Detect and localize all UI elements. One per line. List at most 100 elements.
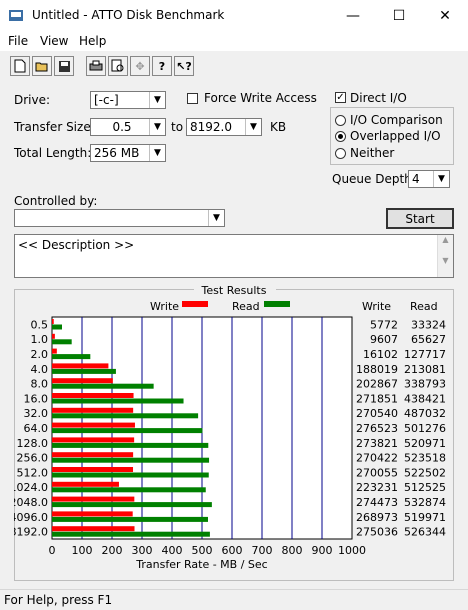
results-chart: Test Results Write Read Write Read 0 100 200 300…: [14, 283, 446, 571]
value-write: 274473: [356, 496, 398, 509]
value-write: 223231: [356, 481, 398, 494]
print-preview-icon[interactable]: [108, 56, 128, 76]
neither-label: Neither: [350, 146, 395, 160]
toolbar: ✥ ? ↖?: [0, 53, 468, 81]
bar-write: [52, 333, 55, 339]
total-length-select[interactable]: 256 MB ▼: [90, 144, 166, 162]
value-read: 532874: [404, 496, 446, 509]
y-tick-label: 8192.0: [14, 526, 48, 539]
help-icon[interactable]: ?: [152, 56, 172, 76]
value-read: 487032: [404, 407, 446, 420]
results-title: Test Results: [201, 284, 267, 297]
bar-write: [52, 422, 135, 428]
x-tick-label: 0: [49, 544, 56, 557]
overlapped-io-label: Overlapped I/O: [350, 129, 441, 143]
y-tick-label: 32.0: [24, 407, 49, 420]
start-button[interactable]: Start: [386, 208, 454, 229]
x-tick-label: 100: [72, 544, 93, 557]
bar-read: [52, 531, 210, 537]
total-length-label: Total Length:: [14, 146, 92, 160]
overlapped-io-radio[interactable]: [335, 131, 346, 142]
transfer-to-select[interactable]: 8192.0 ▼: [186, 118, 262, 136]
menu-bar: File View Help: [0, 31, 468, 51]
description-scrollbar[interactable]: ▲ ▼: [437, 235, 453, 277]
force-write-checkbox[interactable]: [187, 93, 198, 104]
bar-read: [52, 472, 209, 478]
controlled-by-select[interactable]: ▼: [14, 209, 225, 227]
y-tick-label: 1024.0: [14, 481, 48, 494]
y-tick-label: 256.0: [17, 452, 49, 465]
value-write: 5772: [370, 318, 398, 331]
maximize-button[interactable]: ☐: [376, 0, 422, 31]
total-length-value: 256 MB: [94, 146, 140, 160]
bar-write: [52, 407, 134, 413]
value-read: 523518: [404, 452, 446, 465]
value-read: 519971: [404, 511, 446, 524]
drive-select[interactable]: [-c-] ▼: [90, 91, 166, 109]
menu-view[interactable]: View: [40, 34, 68, 48]
context-help-icon[interactable]: ↖?: [174, 56, 194, 76]
description-box[interactable]: << Description >> ▲ ▼: [14, 234, 454, 278]
chevron-down-icon: ▼: [149, 92, 165, 108]
io-comparison-radio[interactable]: [335, 115, 346, 126]
value-read: 338793: [404, 378, 446, 391]
value-read: 438421: [404, 392, 446, 405]
neither-radio[interactable]: [335, 148, 346, 159]
y-tick-label: 1.0: [31, 333, 49, 346]
x-tick-label: 1000: [338, 544, 366, 557]
value-read: 512525: [404, 481, 446, 494]
transfer-from-select[interactable]: 0.5 ▼: [90, 118, 166, 136]
bar-write: [52, 467, 134, 472]
queue-depth-select[interactable]: 4 ▼: [408, 170, 450, 188]
bar-write: [52, 378, 113, 384]
new-document-icon[interactable]: [10, 56, 30, 76]
y-tick-label: 16.0: [24, 392, 49, 405]
bar-write: [52, 481, 119, 487]
close-button[interactable]: ✕: [422, 0, 468, 31]
menu-file[interactable]: File: [8, 34, 28, 48]
direct-io-checkbox[interactable]: ✓: [335, 92, 346, 103]
transfer-size-label: Transfer Size:: [14, 120, 95, 134]
value-write: 270055: [356, 466, 398, 479]
bar-read: [52, 442, 209, 448]
move-icon[interactable]: ✥: [130, 56, 150, 76]
transfer-from-value: 0.5: [112, 120, 132, 134]
transfer-to-value: 8192.0: [190, 120, 232, 134]
print-icon[interactable]: [86, 56, 106, 76]
y-tick-label: 8.0: [31, 378, 49, 391]
bar-write: [52, 526, 135, 532]
value-read: 526344: [404, 526, 446, 539]
chevron-down-icon: ▼: [149, 119, 165, 135]
value-write: 202867: [356, 378, 398, 391]
bar-read: [52, 428, 203, 434]
value-write: 16102: [363, 348, 398, 361]
queue-depth-label: Queue Depth:: [332, 172, 416, 186]
legend-write-swatch: [182, 301, 208, 307]
drive-value: [-c-]: [94, 93, 119, 107]
force-write-label: Force Write Access: [204, 91, 317, 105]
value-read: 127717: [404, 348, 446, 361]
bar-read: [52, 502, 212, 508]
bar-write: [52, 437, 135, 443]
x-axis-label: Transfer Rate - MB / Sec: [135, 558, 267, 571]
y-tick-label: 4.0: [31, 363, 49, 376]
value-read: 522502: [404, 466, 446, 479]
value-read: 213081: [404, 363, 446, 376]
value-write: 188019: [356, 363, 398, 376]
minimize-button[interactable]: —: [330, 0, 376, 31]
status-text: For Help, press F1: [4, 593, 113, 607]
chevron-down-icon: ▼: [149, 145, 165, 161]
y-tick-label: 512.0: [17, 466, 49, 479]
chevron-down-icon: ▼: [433, 171, 449, 187]
open-folder-icon[interactable]: [32, 56, 52, 76]
to-label: to: [171, 120, 184, 134]
value-write: 273821: [356, 437, 398, 450]
value-write: 268973: [356, 511, 398, 524]
y-tick-label: 64.0: [24, 422, 49, 435]
bar-write: [52, 496, 135, 502]
save-disk-icon[interactable]: [54, 56, 74, 76]
bar-read: [52, 354, 91, 360]
drive-label: Drive:: [14, 93, 51, 107]
menu-help[interactable]: Help: [79, 34, 106, 48]
bar-read: [52, 487, 206, 493]
